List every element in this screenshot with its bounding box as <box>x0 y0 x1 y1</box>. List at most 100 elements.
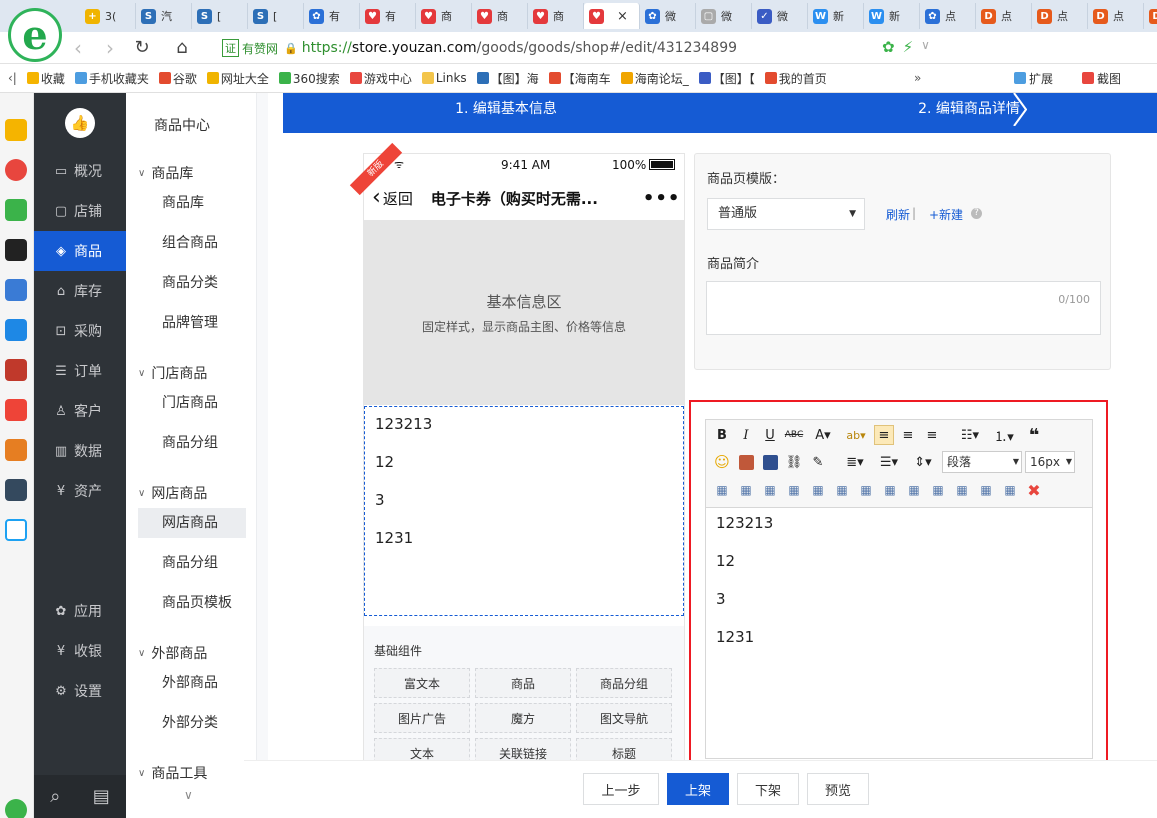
fontsize-select[interactable]: 16px ▼ <box>1025 451 1075 473</box>
browser-logo-icon[interactable]: e <box>8 8 62 62</box>
subnav-item[interactable]: 外部分类 <box>138 708 246 738</box>
subnav-item[interactable]: 商品页模板 <box>138 588 246 618</box>
bookmark-more[interactable]: » <box>914 71 921 85</box>
nav-item-cashier[interactable]: ¥ 收银 <box>34 631 126 671</box>
browser-tab[interactable]: ✿ 微 <box>640 3 696 29</box>
chat-icon[interactable] <box>5 319 27 341</box>
split-cols-icon[interactable]: ▦ <box>1000 480 1020 500</box>
bookmark-item[interactable]: 手机收藏夹 <box>74 70 149 87</box>
subnav-group[interactable]: ∨ 商品工具 <box>138 763 207 783</box>
url-field[interactable]: 证 有赞网 🔒 https:// store.youzan.com /goods… <box>222 36 952 60</box>
bookmark-item[interactable]: Links <box>421 70 467 87</box>
split-cells-icon[interactable]: ▦ <box>952 480 972 500</box>
delete-row-icon[interactable]: ▦ <box>808 480 828 500</box>
cancel-icon[interactable]: ✖ <box>1024 480 1044 500</box>
bookmark-item[interactable]: 我的首页 <box>764 70 827 87</box>
bookmark-item[interactable]: 游戏中心 <box>349 70 412 87</box>
line-height-icon[interactable]: ≣▾ <box>840 452 870 472</box>
game-icon[interactable] <box>5 239 27 261</box>
editor-content[interactable]: 123213 12 3 1231 <box>716 514 1086 666</box>
bookmark-item[interactable]: 网址大全 <box>206 70 269 87</box>
nav-item-apps[interactable]: ✿ 应用 <box>34 591 126 631</box>
tab-close-icon[interactable]: × <box>617 9 628 24</box>
browser-tab[interactable]: W新 <box>808 3 864 29</box>
game2-icon[interactable] <box>5 359 27 381</box>
browser-tab[interactable]: +3( <box>80 3 136 29</box>
subnav-item[interactable]: 网店商品 <box>138 508 246 538</box>
nav-item-monitor[interactable]: ▭ 概况 <box>34 151 126 191</box>
new-template-link[interactable]: +新建 <box>929 206 963 223</box>
emoji-icon[interactable]: ☺ <box>712 452 732 472</box>
component-button[interactable]: 图片广告 <box>374 703 470 733</box>
basic-info-area[interactable]: 基本信息区 固定样式，显示商品主图、价格等信息 <box>364 220 684 405</box>
p-app-icon[interactable] <box>5 519 27 541</box>
game3-icon[interactable] <box>5 439 27 461</box>
split-rows-icon[interactable]: ▦ <box>976 480 996 500</box>
message-icon[interactable]: ▤ <box>93 786 110 807</box>
unpublish-button[interactable]: 下架 <box>737 773 799 805</box>
merge-down-icon[interactable]: ▦ <box>928 480 948 500</box>
refresh-link[interactable]: 刷新 <box>886 206 910 223</box>
help-icon[interactable]: ? <box>971 208 982 219</box>
browser-tab[interactable]: D点 <box>1088 3 1144 29</box>
bookmark-item[interactable]: 360搜索 <box>278 70 340 87</box>
paragraph-select[interactable]: 段落 ▼ <box>942 451 1022 473</box>
subnav-item[interactable]: 品牌管理 <box>138 308 246 338</box>
font-color-icon[interactable]: A▾ <box>810 425 836 445</box>
subnav-group[interactable]: ∨ 网店商品 <box>138 483 207 503</box>
italic-icon[interactable]: I <box>736 425 756 445</box>
template-select[interactable]: 普通版 ▼ <box>707 198 865 230</box>
bullet-list-icon[interactable]: ☷▾ <box>956 425 984 445</box>
merge-cells-icon[interactable]: ▦ <box>880 480 900 500</box>
align-left-icon[interactable]: ≡ <box>874 425 894 445</box>
browser-tab[interactable]: S汽 <box>136 3 192 29</box>
browser-tab[interactable]: ♥ 商 <box>528 3 584 29</box>
forward-icon[interactable]: › <box>98 36 122 60</box>
insert-col-icon[interactable]: ▦ <box>832 480 852 500</box>
game4-icon[interactable] <box>5 479 27 501</box>
delete-table-icon[interactable]: ▦ <box>736 480 756 500</box>
browser-tab[interactable]: D点 <box>976 3 1032 29</box>
link-icon[interactable]: ⛓ <box>784 452 804 472</box>
eraser-icon[interactable]: ✎ <box>808 452 828 472</box>
step-2[interactable]: 2. 编辑商品详情 <box>729 93 1157 126</box>
row-spacing-icon[interactable]: ⇕▾ <box>908 452 938 472</box>
bold-icon[interactable]: B <box>712 425 732 445</box>
browser-tab[interactable]: ♥ 商 <box>472 3 528 29</box>
delete-col-icon[interactable]: ▦ <box>856 480 876 500</box>
paragraph-spacing-icon[interactable]: ☰▾ <box>874 452 904 472</box>
subnav-item[interactable]: 外部商品 <box>138 668 246 698</box>
component-button[interactable]: 魔方 <box>475 703 571 733</box>
screenshot-button[interactable]: 截图 <box>1082 70 1121 87</box>
component-button[interactable]: 富文本 <box>374 668 470 698</box>
blockquote-icon[interactable]: ❝ <box>1024 425 1044 446</box>
browser-tab[interactable]: D点 <box>1032 3 1088 29</box>
browser-tab[interactable]: ♥ 商 <box>416 3 472 29</box>
lightning-icon[interactable]: ⚡ <box>903 38 914 56</box>
redbook-icon[interactable] <box>5 399 27 421</box>
subnav-item[interactable]: 商品库 <box>138 188 246 218</box>
nav-item-store[interactable]: ▢ 店铺 <box>34 191 126 231</box>
nav-item-gear[interactable]: ⚙ 设置 <box>34 671 126 711</box>
subnav-group[interactable]: ∨ 外部商品 <box>138 643 207 663</box>
component-button[interactable]: 图文导航 <box>576 703 672 733</box>
subnav-group[interactable]: ∨ 商品库 <box>138 163 193 183</box>
insert-row-icon[interactable]: ▦ <box>784 480 804 500</box>
doc-icon[interactable] <box>5 279 27 301</box>
youzan-logo-icon[interactable]: 👍 <box>65 108 95 138</box>
bookmark-item[interactable]: 【图】海 <box>476 70 539 87</box>
browser-tab[interactable]: S[ <box>192 3 248 29</box>
browser-tab[interactable]: S[ <box>248 3 304 29</box>
merge-right-icon[interactable]: ▦ <box>904 480 924 500</box>
browser-tab[interactable]: W新 <box>864 3 920 29</box>
nav-item-order[interactable]: ☰ 订单 <box>34 351 126 391</box>
subnav-group[interactable]: ∨ 门店商品 <box>138 363 207 383</box>
more-icon[interactable]: ••• <box>643 188 681 209</box>
browser-tab[interactable]: ✿ 点 <box>920 3 976 29</box>
insert-caption-icon[interactable]: ▦ <box>760 480 780 500</box>
richtext-preview[interactable]: 123213 12 3 1231 <box>364 406 684 616</box>
nav-item-warehouse[interactable]: ⌂ 库存 <box>34 271 126 311</box>
browser-tab[interactable]: ✿ 有 <box>304 3 360 29</box>
home-icon[interactable]: ⌂ <box>170 36 194 60</box>
nav-item-user[interactable]: ♙ 客户 <box>34 391 126 431</box>
